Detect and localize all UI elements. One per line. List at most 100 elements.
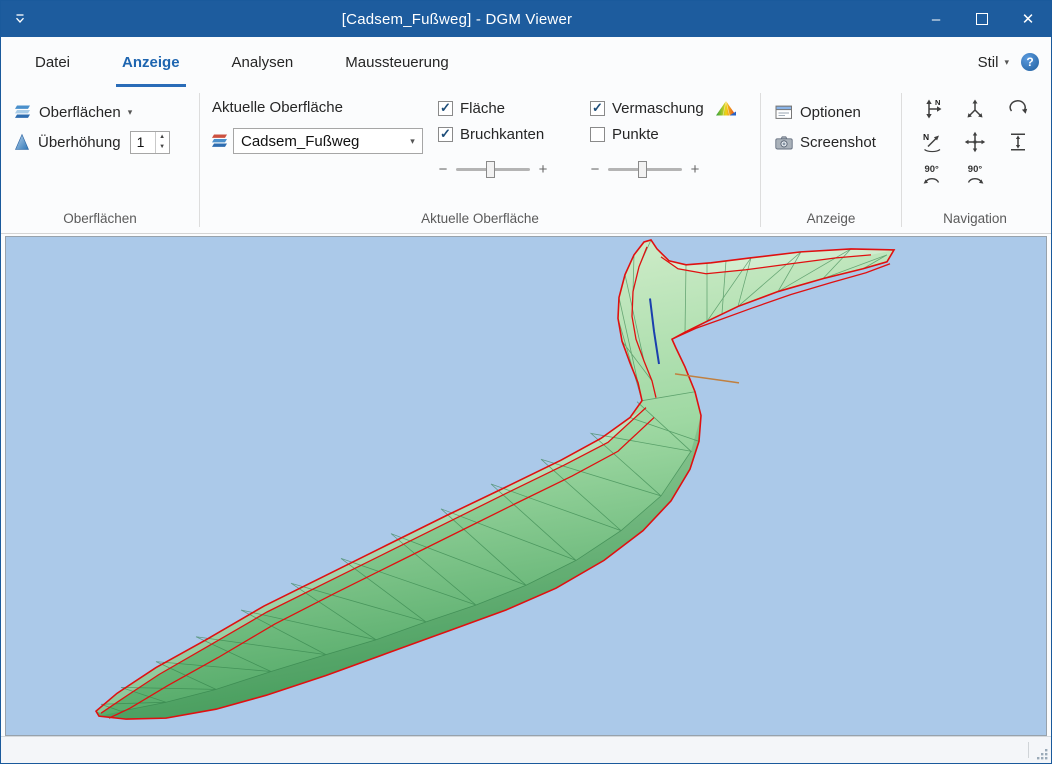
ribbon-group-aktuelle-oberflaeche: Aktuelle Oberfläche Cadsem_Fußweg ▾	[200, 87, 760, 233]
surfaces-button-label: Oberflächen	[39, 104, 121, 121]
tab-anzeige[interactable]: Anzeige	[116, 37, 186, 87]
flaeche-checkbox[interactable]: ✓ Fläche	[438, 99, 590, 117]
maximize-button[interactable]	[959, 1, 1005, 37]
terrain-3d-viewport[interactable]	[5, 236, 1047, 736]
slider-increase-button[interactable]: +	[538, 161, 548, 178]
help-button[interactable]: ?	[1021, 53, 1039, 71]
move-center-icon	[963, 130, 987, 154]
current-surface-layers-icon	[210, 133, 229, 149]
ribbon-group-anzeige: Optionen Screenshot Anzeige	[761, 87, 901, 233]
checkbox-box-icon: ✓	[438, 127, 453, 142]
slider-track[interactable]	[608, 168, 682, 171]
chevron-down-icon: ▾	[1004, 57, 1009, 68]
surfaces-layers-icon	[13, 104, 32, 120]
chevron-down-icon[interactable]: ▾	[403, 136, 422, 147]
slider-thumb[interactable]	[486, 161, 495, 178]
minimize-button[interactable]: –	[913, 1, 959, 37]
resize-grip[interactable]	[1035, 747, 1049, 761]
punkte-size-slider: − +	[590, 159, 760, 179]
window-controls: – ✕	[913, 1, 1051, 37]
slider-decrease-button[interactable]: −	[590, 161, 600, 178]
tab-datei[interactable]: Datei	[29, 37, 76, 87]
rotate-right-90-label: 90°	[968, 165, 982, 175]
rotate-right-arc-icon	[965, 174, 985, 184]
rotate-free-icon	[963, 97, 987, 121]
flaeche-checkbox-label: Fläche	[460, 100, 505, 117]
group-label-aktuelle-oberflaeche: Aktuelle Oberfläche	[200, 211, 760, 226]
stil-menu-button[interactable]: Stil ▾	[978, 54, 1009, 71]
screenshot-button[interactable]: Screenshot	[775, 127, 901, 157]
checkbox-box-icon: ✓	[590, 127, 605, 142]
exaggeration-cone-icon	[13, 133, 31, 151]
nav-rotate-left-90-button[interactable]: 90°	[914, 159, 950, 190]
aktuelle-oberflaeche-header: Aktuelle Oberfläche	[212, 99, 438, 116]
fit-height-icon	[1006, 130, 1030, 154]
bruchkanten-checkbox[interactable]: ✓ Bruchkanten	[438, 125, 590, 143]
check-icon: ✓	[592, 101, 603, 114]
view-north-icon: N	[920, 130, 944, 154]
group-label-anzeige: Anzeige	[761, 211, 901, 226]
checkbox-box-icon: ✓	[438, 101, 453, 116]
spinner-up-icon[interactable]: ▲	[156, 132, 169, 143]
exaggeration-value: 1	[131, 132, 155, 153]
minimize-icon: –	[932, 11, 940, 28]
window-title: [Cadsem_Fußweg] - DGM Viewer	[1, 11, 913, 28]
tab-analysen[interactable]: Analysen	[226, 37, 300, 87]
group-label-oberflaechen: Oberflächen	[1, 211, 199, 226]
status-bar	[1, 736, 1051, 763]
screenshot-button-label: Screenshot	[800, 134, 876, 151]
checkbox-box-icon: ✓	[590, 101, 605, 116]
north-label: N	[935, 98, 940, 107]
bruchkanten-checkbox-label: Bruchkanten	[460, 126, 544, 143]
help-icon: ?	[1026, 55, 1033, 69]
customize-toolbar-icon	[13, 13, 27, 25]
nav-pan-north-button[interactable]: N	[914, 93, 950, 124]
vermaschung-checkbox-label: Vermaschung	[612, 100, 704, 117]
slider-decrease-button[interactable]: −	[438, 161, 448, 178]
pan-north-icon: N	[920, 97, 944, 121]
stil-label: Stil	[978, 54, 999, 71]
surface-combobox[interactable]: Cadsem_Fußweg ▾	[233, 128, 423, 154]
options-window-icon	[775, 105, 793, 120]
slider-track[interactable]	[456, 168, 530, 171]
rotate-left-90-label: 90°	[924, 165, 938, 175]
nav-orbit-button[interactable]	[1000, 93, 1036, 124]
optionen-button[interactable]: Optionen	[775, 97, 901, 127]
dgm-viewer-window: [Cadsem_Fußweg] - DGM Viewer – ✕ Datei A…	[0, 0, 1052, 764]
ribbon-group-navigation: N N	[902, 87, 1048, 233]
nav-rotate-free-button[interactable]	[957, 93, 993, 124]
slider-increase-button[interactable]: +	[690, 161, 700, 178]
close-icon: ✕	[1022, 10, 1035, 28]
exaggeration-spinner[interactable]: 1 ▲ ▼	[130, 131, 170, 154]
punkte-checkbox[interactable]: ✓ Punkte	[590, 125, 760, 143]
ribbon-body: Oberflächen ▾ Überhöhung 1 ▲ ▼	[1, 87, 1051, 234]
surfaces-dropdown-button[interactable]: Oberflächen ▾	[13, 97, 199, 127]
surface-combobox-value: Cadsem_Fußweg	[234, 133, 403, 150]
punkte-checkbox-label: Punkte	[612, 126, 659, 143]
nav-view-north-button[interactable]: N	[914, 126, 950, 157]
ribbon-tab-row: Datei Anzeige Analysen Maussteuerung Sti…	[1, 37, 1051, 87]
ribbon-group-oberflaechen: Oberflächen ▾ Überhöhung 1 ▲ ▼	[1, 87, 199, 233]
vermaschung-checkbox[interactable]: ✓ Vermaschung	[590, 99, 760, 117]
nav-center-view-button[interactable]	[957, 126, 993, 157]
close-button[interactable]: ✕	[1005, 1, 1051, 37]
optionen-button-label: Optionen	[800, 104, 861, 121]
orbit-arrow-icon	[1006, 97, 1030, 121]
group-label-navigation: Navigation	[902, 211, 1048, 226]
north-label: N	[923, 132, 929, 142]
spinner-down-icon[interactable]: ▼	[156, 142, 169, 153]
slider-thumb[interactable]	[638, 161, 647, 178]
quick-access-menu-button[interactable]	[1, 1, 39, 37]
maximize-icon	[976, 13, 988, 25]
rotate-left-arc-icon	[922, 174, 942, 184]
exaggeration-label: Überhöhung	[38, 134, 121, 151]
bruchkanten-width-slider: − +	[438, 159, 590, 179]
chevron-down-icon: ▾	[128, 107, 133, 118]
check-icon: ✓	[440, 127, 451, 140]
status-divider	[1028, 742, 1029, 758]
colored-mesh-icon	[715, 100, 737, 117]
camera-icon	[775, 135, 793, 150]
nav-rotate-right-90-button[interactable]: 90°	[957, 159, 993, 190]
nav-zoom-fit-button[interactable]	[1000, 126, 1036, 157]
tab-maussteuerung[interactable]: Maussteuerung	[339, 37, 454, 87]
